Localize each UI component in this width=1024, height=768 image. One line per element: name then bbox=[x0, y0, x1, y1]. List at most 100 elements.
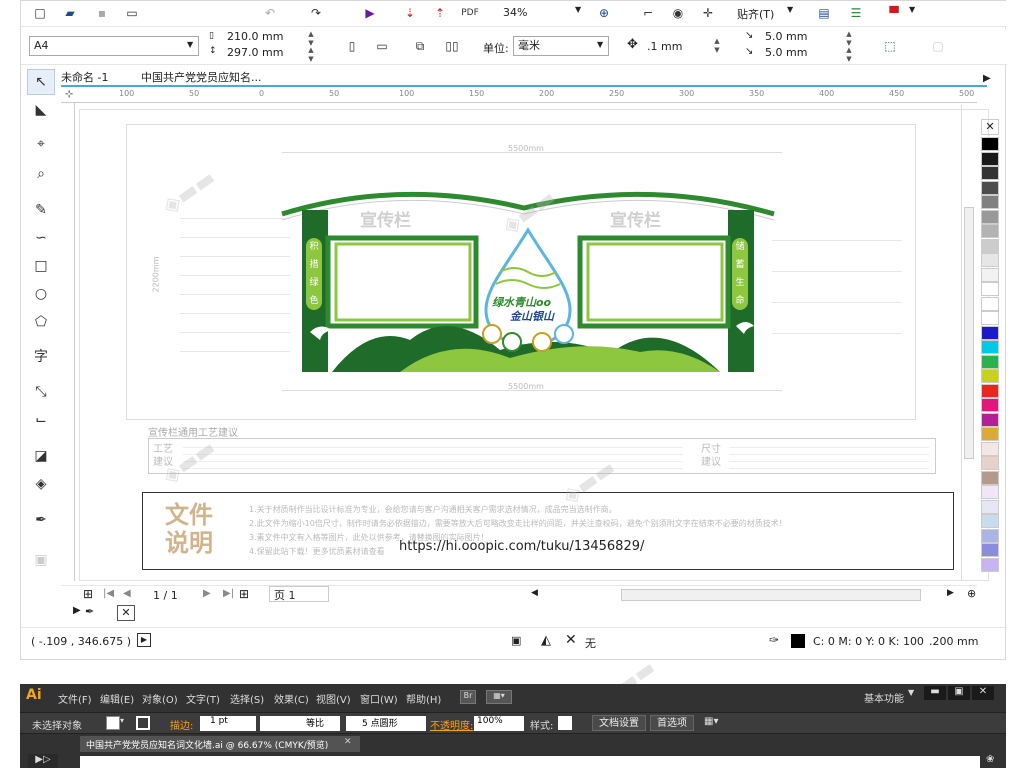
export-icon[interactable]: ⇡ bbox=[431, 5, 449, 21]
landscape-icon[interactable]: ▭ bbox=[373, 38, 391, 54]
rectangle-tool-icon[interactable]: □ bbox=[27, 253, 55, 279]
menu-help[interactable]: 帮助(H) bbox=[406, 691, 441, 706]
no-color-swatch[interactable]: ✕ bbox=[117, 605, 135, 621]
arrange-documents-icon[interactable]: ▦▾ bbox=[486, 690, 512, 704]
chevron-down-icon[interactable]: ▼ bbox=[908, 688, 914, 697]
units-select[interactable]: 毫米 bbox=[513, 36, 609, 56]
color-swatch[interactable] bbox=[981, 195, 999, 209]
page-height-field[interactable]: 297.0 mm bbox=[227, 46, 283, 59]
close-button[interactable]: ✕ bbox=[972, 686, 994, 700]
color-swatch[interactable] bbox=[981, 325, 999, 340]
corel-connect-icon[interactable]: ▶ bbox=[361, 5, 379, 21]
scroll-right-icon[interactable]: ▶ bbox=[983, 73, 991, 84]
color-swatch[interactable] bbox=[981, 543, 999, 557]
color-swatch[interactable] bbox=[981, 441, 999, 456]
chevron-down-icon[interactable]: ▼ bbox=[787, 5, 793, 14]
duplicate-x-field[interactable]: 5.0 mm bbox=[765, 30, 807, 43]
color-swatch[interactable] bbox=[981, 151, 999, 166]
tab-document[interactable]: 中国共产党党员应知名... bbox=[141, 69, 301, 85]
menu-type[interactable]: 文字(T) bbox=[186, 691, 220, 706]
ellipse-tool-icon[interactable]: ○ bbox=[27, 281, 55, 307]
play-icon[interactable]: ▶ bbox=[137, 633, 151, 647]
add-page-icon[interactable]: ⊞ bbox=[83, 587, 93, 601]
chevron-down-icon[interactable]: ▼ bbox=[575, 5, 581, 14]
opacity-field[interactable]: 100% bbox=[474, 716, 524, 731]
spin-down-icon[interactable]: ▲ ▼ bbox=[305, 46, 317, 64]
eyedropper-icon[interactable]: ✒ bbox=[27, 507, 55, 533]
duplicate-y-field[interactable]: 5.0 mm bbox=[765, 46, 807, 59]
panel-icon[interactable]: ❀ bbox=[986, 754, 994, 765]
pick-tool-icon[interactable]: ↖ bbox=[27, 69, 55, 95]
last-page-icon[interactable]: ▶| bbox=[223, 588, 234, 599]
source-url[interactable]: https://hi.ooopic.com/tuku/13456829/ bbox=[399, 539, 644, 554]
color-swatch[interactable] bbox=[981, 369, 999, 383]
ruler-origin-icon[interactable]: ⊹ bbox=[65, 89, 73, 100]
color-swatch[interactable] bbox=[981, 311, 999, 325]
drawing-canvas[interactable]: 5500mm 5500mm 2200mm 宣传栏 宣传栏 积 措 绿 色 储 蓄… bbox=[79, 109, 989, 581]
chevron-down-icon[interactable]: ▼ bbox=[187, 40, 193, 49]
brush-definition[interactable]: 5 点圆形 bbox=[346, 716, 426, 731]
stroke-weight-field[interactable]: 1 pt bbox=[200, 716, 256, 731]
billboard-artwork[interactable] bbox=[280, 184, 780, 384]
redo-icon[interactable]: ↷ bbox=[307, 5, 325, 21]
fullscreen-icon[interactable]: ⊕ bbox=[595, 5, 613, 21]
menu-edit[interactable]: 编辑(E) bbox=[100, 691, 134, 706]
color-swatch[interactable] bbox=[981, 253, 999, 267]
fill-swatch[interactable] bbox=[106, 716, 120, 730]
spin-icon[interactable]: ▲ ▼ bbox=[843, 46, 855, 64]
options-icon[interactable]: ☰ bbox=[847, 5, 865, 21]
guidelines-icon[interactable]: ✛ bbox=[699, 5, 717, 21]
horizontal-scrollbar[interactable] bbox=[621, 589, 921, 601]
shape-tool-icon[interactable]: ◣ bbox=[27, 97, 55, 123]
color-swatch[interactable] bbox=[981, 514, 999, 528]
freehand-tool-icon[interactable]: ✎ bbox=[27, 197, 55, 223]
menu-object[interactable]: 对象(O) bbox=[142, 691, 178, 706]
view-icon[interactable]: ◉ bbox=[669, 5, 687, 21]
color-swatch[interactable] bbox=[981, 427, 999, 441]
fill-tool-icon[interactable]: ▣ bbox=[27, 547, 55, 573]
color-swatch[interactable] bbox=[981, 412, 999, 427]
add-page-after-icon[interactable]: ⊞ bbox=[239, 587, 249, 601]
color-swatch[interactable] bbox=[981, 282, 999, 296]
eyedropper-icon[interactable]: ✒ bbox=[85, 605, 94, 618]
color-swatch[interactable] bbox=[981, 238, 999, 253]
color-swatch[interactable] bbox=[981, 180, 999, 195]
menu-window[interactable]: 窗口(W) bbox=[360, 691, 398, 706]
save-icon[interactable]: ▪ bbox=[93, 5, 111, 21]
document-info-icon[interactable]: ▣ bbox=[511, 634, 521, 647]
arrange-icon[interactable]: ▦▾ bbox=[704, 716, 718, 727]
bridge-icon[interactable]: Br bbox=[460, 690, 476, 704]
color-swatch[interactable] bbox=[981, 296, 999, 311]
color-swatch[interactable] bbox=[981, 137, 999, 151]
page-tab[interactable]: 页 1 bbox=[269, 586, 329, 602]
menu-file[interactable]: 文件(F) bbox=[58, 691, 92, 706]
welcome-screen-icon[interactable]: ▤ bbox=[815, 5, 833, 21]
color-swatch[interactable] bbox=[981, 485, 999, 499]
tab-untitled[interactable]: 未命名 -1 bbox=[61, 69, 135, 85]
page-size-select[interactable]: A4 bbox=[29, 36, 199, 56]
page-width-field[interactable]: 210.0 mm bbox=[227, 30, 283, 43]
crop-tool-icon[interactable]: ⌖ bbox=[27, 131, 55, 157]
portrait-icon[interactable]: ▯ bbox=[343, 38, 361, 54]
color-swatch[interactable] bbox=[981, 166, 999, 180]
next-page-icon[interactable]: ▶ bbox=[203, 588, 211, 599]
opacity-label[interactable]: 不透明度: bbox=[430, 717, 473, 732]
text-tool-icon[interactable]: 字 bbox=[27, 343, 55, 369]
color-swatch[interactable] bbox=[981, 528, 999, 543]
snap-to-dropdown[interactable]: 贴齐(T) bbox=[737, 6, 774, 22]
menu-select[interactable]: 选择(S) bbox=[230, 691, 264, 706]
stroke-swatch[interactable] bbox=[136, 716, 150, 730]
scroll-right-icon[interactable]: ▶ bbox=[947, 588, 954, 598]
color-swatch[interactable] bbox=[981, 456, 999, 470]
document-tab[interactable]: 中国共产党党员应知名词文化墙.ai @ 66.67% (CMYK/预览) bbox=[80, 736, 360, 752]
zoom-tool-icon[interactable]: ⌕ bbox=[27, 161, 55, 187]
dimension-tool-icon[interactable]: ⤡ bbox=[27, 379, 55, 405]
color-swatch[interactable] bbox=[981, 224, 999, 238]
color-swatch[interactable] bbox=[981, 267, 999, 282]
chevron-down-icon[interactable]: ▾ bbox=[120, 716, 124, 725]
navigator-icon[interactable]: ⊕ bbox=[967, 587, 976, 600]
color-swatch[interactable] bbox=[981, 354, 999, 369]
maximize-button[interactable]: ▣ bbox=[948, 686, 970, 700]
color-swatch[interactable] bbox=[981, 383, 999, 398]
color-swatch[interactable] bbox=[981, 398, 999, 412]
